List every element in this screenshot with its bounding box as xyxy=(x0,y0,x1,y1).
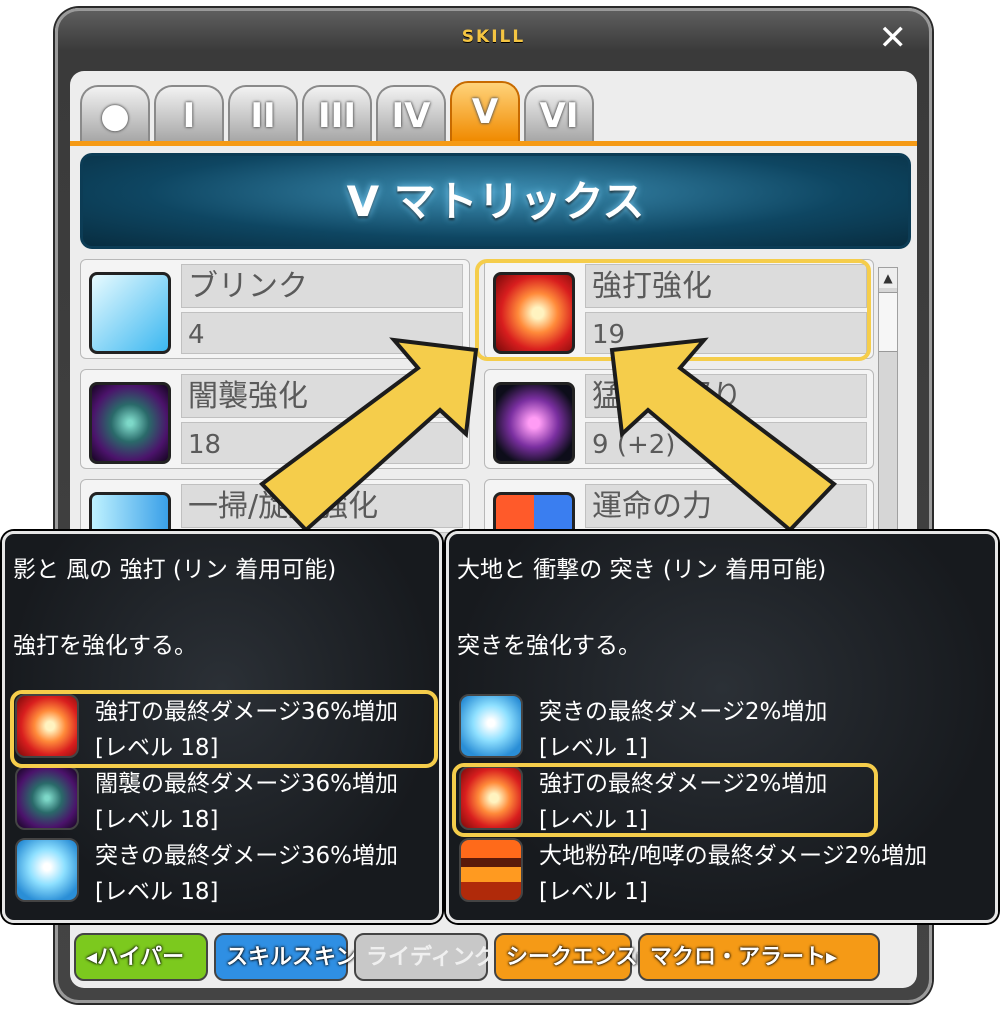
entry-effect: 強打の最終ダメージ36%増加 xyxy=(95,699,398,725)
tooltip-left: 影と 風の 強打 (リン 着用可能) 強打を強化する。 強打の最終ダメージ36%… xyxy=(2,531,442,923)
tooltip-title: 大地と 衝撃の 突き (リン 着用可能) xyxy=(457,557,827,583)
entry-level: [レベル 1] xyxy=(539,879,648,905)
tooltip-right: 大地と 衝撃の 突き (リン 着用可能) 突きを強化する。 突きの最終ダメージ2… xyxy=(446,531,998,923)
tooltip-entry: 突きの最終ダメージ2%増加 [レベル 1] xyxy=(457,692,987,762)
tooltip-entry: 強打の最終ダメージ2%増加 [レベル 1] xyxy=(457,764,987,834)
entry-effect: 大地粉砕/咆哮の最終ダメージ2%増加 xyxy=(539,843,928,869)
left-arrow xyxy=(258,337,479,533)
entry-level: [レベル 18] xyxy=(95,807,219,833)
pierce-icon xyxy=(15,838,79,902)
earth-shatter-icon xyxy=(459,838,523,902)
entry-effect: 突きの最終ダメージ36%増加 xyxy=(95,843,398,869)
screenshot-stage: SKILL ✕ ● I II III IV V VI V マトリックス ブリンク xyxy=(0,0,1000,1009)
tooltip-entry: 闇襲の最終ダメージ36%増加 [レベル 18] xyxy=(13,764,433,834)
strike-icon xyxy=(15,694,79,758)
entry-effect: 闇襲の最終ダメージ36%増加 xyxy=(95,771,398,797)
tooltip-entry: 大地粉砕/咆哮の最終ダメージ2%増加 [レベル 1] xyxy=(457,836,987,906)
entry-level: [レベル 1] xyxy=(539,807,648,833)
pierce-icon xyxy=(459,694,523,758)
tooltip-desc: 強打を強化する。 xyxy=(13,633,197,659)
entry-level: [レベル 18] xyxy=(95,879,219,905)
tooltip-entry: 強打の最終ダメージ36%増加 [レベル 18] xyxy=(13,692,433,762)
dark-raid-icon xyxy=(15,766,79,830)
strike-icon xyxy=(459,766,523,830)
entry-effect: 突きの最終ダメージ2%増加 xyxy=(539,699,828,725)
entry-level: [レベル 1] xyxy=(539,735,648,761)
tooltip-entry: 突きの最終ダメージ36%増加 [レベル 18] xyxy=(13,836,433,906)
tooltip-title: 影と 風の 強打 (リン 着用可能) xyxy=(13,557,337,583)
right-arrow xyxy=(609,337,838,533)
entry-level: [レベル 18] xyxy=(95,735,219,761)
entry-effect: 強打の最終ダメージ2%増加 xyxy=(539,771,828,797)
tooltip-desc: 突きを強化する。 xyxy=(457,633,641,659)
